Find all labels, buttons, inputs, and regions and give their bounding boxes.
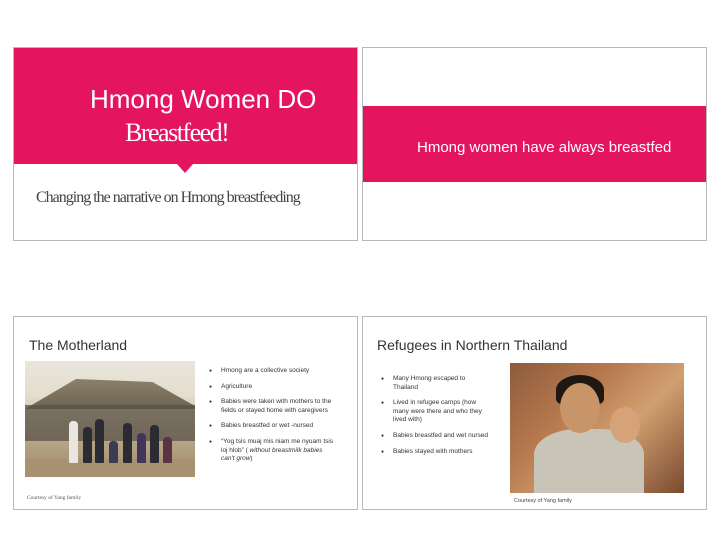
bullet-item-quote: “Yog tsis muaj mis niam me nyuam tsis lo… xyxy=(209,438,334,464)
person-figure xyxy=(137,433,146,463)
bullet-item: Babies were taken with mothers to the fi… xyxy=(209,398,334,415)
person-figure xyxy=(163,437,172,463)
house-wall xyxy=(25,405,195,441)
bullet-item: Many Hmong escaped to Thailand xyxy=(381,375,491,392)
slide-title-line1: Hmong Women DO xyxy=(90,84,317,114)
slide-thumbnail-2[interactable]: Hmong women have always breastfed xyxy=(362,47,707,241)
slide-title: Refugees in Northern Thailand xyxy=(377,337,568,353)
bullet-item: Lived in refugee camps (how many were th… xyxy=(381,399,491,425)
person-figure xyxy=(109,441,118,463)
person-figure xyxy=(83,427,92,463)
photo-credit: Courtesy of Yang family xyxy=(514,498,572,504)
bullet-item: Babies breastfed or wet -nursed xyxy=(209,422,334,431)
quote-close: ) xyxy=(250,455,253,463)
bullet-item: Babies stayed with mothers xyxy=(381,448,491,457)
person-figure xyxy=(95,419,104,463)
bullet-item: Agriculture xyxy=(209,383,334,392)
family-photo xyxy=(25,361,195,477)
slide-statement: Hmong women have always breastfed xyxy=(417,139,672,156)
child-face xyxy=(610,407,640,443)
bullet-list: Many Hmong escaped to Thailand Lived in … xyxy=(381,375,491,463)
slide-title: The Motherland xyxy=(29,337,128,353)
mother-face xyxy=(560,383,600,433)
bullet-item: Babies breastfed and wet nursed xyxy=(381,432,491,441)
text-banner: Hmong women have always breastfed xyxy=(363,106,706,182)
banner-notch xyxy=(177,164,193,173)
mother-and-child-photo xyxy=(510,363,684,493)
photo-credit: Courtesy of Yang family xyxy=(27,495,82,501)
slide-thumbnail-1[interactable]: Hmong Women DO Breastfeed! Changing the … xyxy=(13,47,358,241)
bullet-item: Hmong are a collective society xyxy=(209,367,334,376)
slide-subtitle: Changing the narrative on Hmong breastfe… xyxy=(36,189,301,206)
slide-thumbnail-4[interactable]: Refugees in Northern Thailand Many Hmong… xyxy=(362,316,707,510)
bullet-list: Hmong are a collective society Agricultu… xyxy=(209,367,334,471)
slide-title-line2: Breastfeed! xyxy=(125,118,230,147)
person-figure xyxy=(69,421,78,463)
person-figure xyxy=(150,425,159,463)
slide-thumbnail-3[interactable]: The Motherland Hmong are a collective so… xyxy=(13,316,358,510)
person-figure xyxy=(123,423,132,463)
